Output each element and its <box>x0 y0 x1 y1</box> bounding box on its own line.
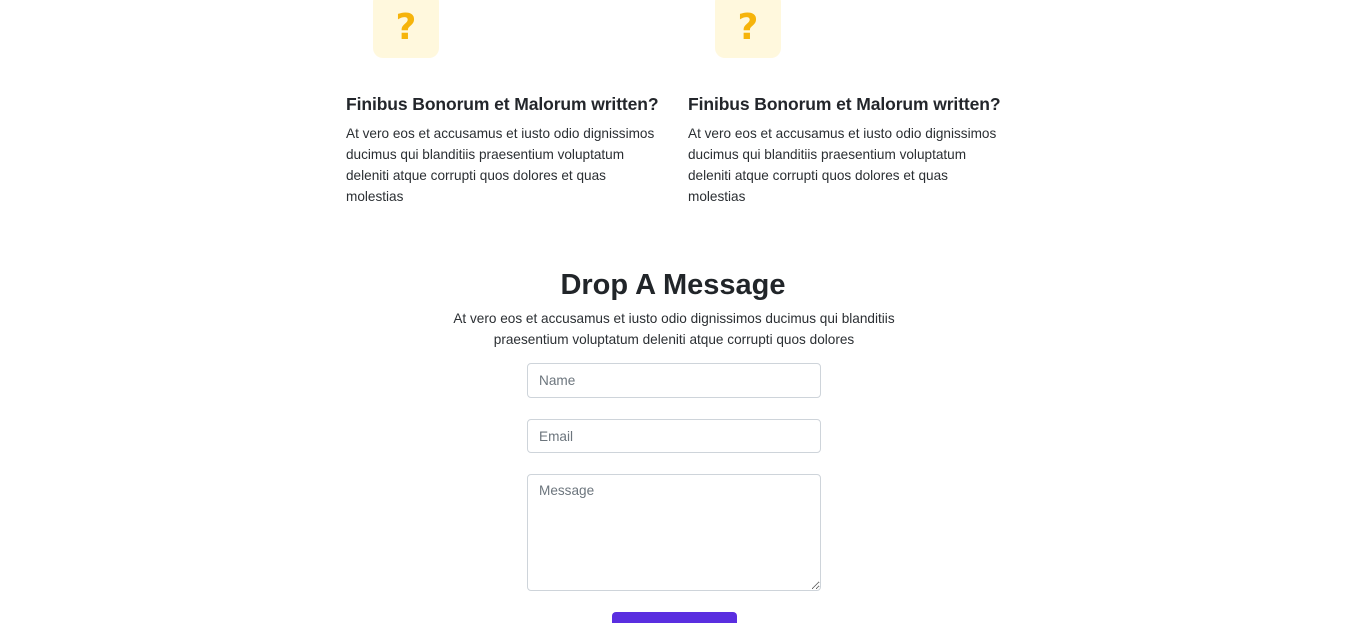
faq-title: Finibus Bonorum et Malorum written? <box>346 94 659 114</box>
name-input[interactable] <box>527 363 821 398</box>
faq-text: At vero eos et accusamus et iusto odio d… <box>346 126 655 204</box>
question-icon-box: ? <box>373 0 439 58</box>
question-mark-icon: ? <box>395 7 417 48</box>
message-textarea[interactable] <box>527 474 821 591</box>
faq-title: Finibus Bonorum et Malorum written? <box>688 94 1001 114</box>
question-mark-icon: ? <box>737 7 759 48</box>
submit-button[interactable] <box>612 612 737 623</box>
email-input[interactable] <box>527 419 821 453</box>
faq-text: At vero eos et accusamus et iusto odio d… <box>688 126 997 204</box>
contact-description: At vero eos et accusamus et iusto odio d… <box>453 311 895 347</box>
question-icon-box: ? <box>715 0 781 58</box>
page: ? Finibus Bonorum et Malorum written? At… <box>0 0 1346 623</box>
contact-title: Drop A Message <box>560 269 786 301</box>
